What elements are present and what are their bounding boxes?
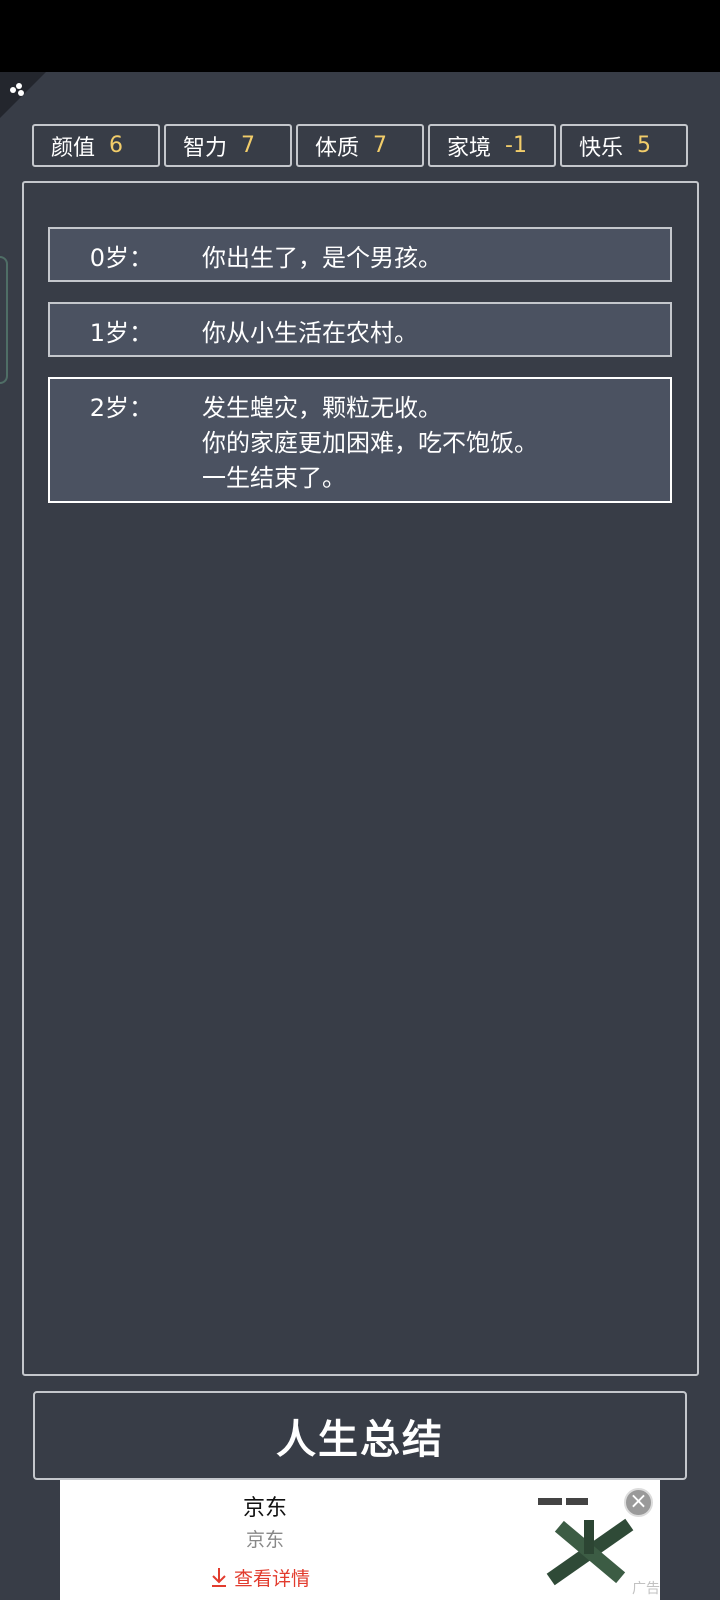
log-entry-age: 2岁：	[89, 394, 153, 422]
stat-name: 快乐	[579, 135, 624, 161]
stat-value: 5	[637, 133, 652, 158]
corner-settings-icon[interactable]	[0, 72, 46, 118]
ad-cta-label: 查看详情	[234, 1568, 311, 1590]
stat-value: 6	[109, 133, 124, 158]
log-entry-age: 0岁：	[89, 244, 153, 272]
ad-title: 京东	[242, 1496, 287, 1521]
stat-value: 7	[373, 133, 388, 158]
log-entry-line: 你从小生活在农村。	[202, 319, 418, 347]
stat-name: 智力	[183, 135, 228, 161]
stat-name: 家境	[447, 135, 492, 161]
log-entry-line: 你出生了，是个男孩。	[202, 244, 442, 272]
stat-name: 颜值	[51, 135, 96, 161]
status-bar	[0, 0, 720, 72]
ad-view-details-link[interactable]: 查看详情	[210, 1564, 310, 1591]
log-entry-age: 1岁：	[89, 319, 153, 347]
log-entry-line: 你的家庭更加困难，吃不饱饭。	[202, 429, 538, 457]
stat-value: -1	[505, 133, 527, 158]
log-entry-line: 一生结束了。	[202, 464, 346, 492]
life-log-panel[interactable]	[22, 181, 699, 1376]
stat-appearance: 颜值 6	[32, 124, 160, 167]
log-entry: 1岁： 你从小生活在农村。	[48, 302, 672, 357]
download-arrow-icon	[210, 1568, 234, 1590]
close-icon[interactable]: ×	[624, 1488, 653, 1517]
stat-value: 7	[241, 133, 256, 158]
ad-banner[interactable]: 京东 京东 查看详情 × 广告	[60, 1480, 660, 1600]
log-entry-line: 发生蝗灾，颗粒无收。	[202, 394, 442, 422]
life-summary-button[interactable]: 人生总结	[33, 1391, 687, 1480]
ad-label: 广告	[632, 1581, 660, 1597]
side-drawer-handle[interactable]	[0, 256, 8, 384]
ad-subtitle: 京东	[245, 1529, 284, 1551]
log-entry: 2岁： 发生蝗灾，颗粒无收。 你的家庭更加困难，吃不饱饭。 一生结束了。	[48, 377, 672, 503]
stat-happiness: 快乐 5	[560, 124, 688, 167]
log-entry: 0岁： 你出生了，是个男孩。	[48, 227, 672, 282]
stat-name: 体质	[315, 135, 360, 161]
stat-constitution: 体质 7	[296, 124, 424, 167]
stat-intelligence: 智力 7	[164, 124, 292, 167]
stat-family: 家境 -1	[428, 124, 556, 167]
